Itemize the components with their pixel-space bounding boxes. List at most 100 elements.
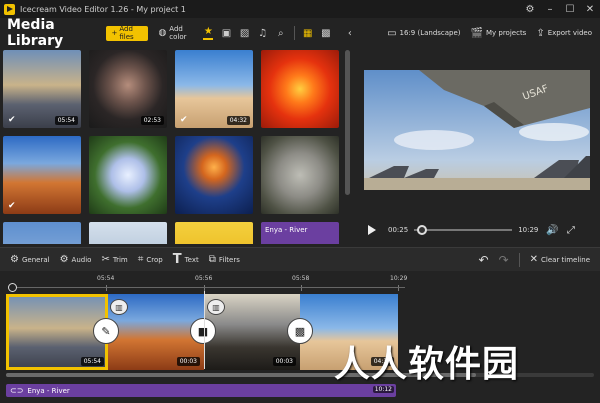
fullscreen-icon[interactable]: ⤢ xyxy=(567,225,575,236)
watermark-text: 人人软件园 xyxy=(334,344,520,385)
media-duration: 04:32 xyxy=(226,116,250,125)
grid-large-view-icon[interactable]: ▦ xyxy=(303,28,313,39)
header-divider xyxy=(293,26,295,40)
media-thumbnail[interactable] xyxy=(261,50,339,128)
playback-slider[interactable] xyxy=(414,225,513,235)
clear-x-icon: ✕ xyxy=(529,254,539,265)
media-thumbnail[interactable] xyxy=(89,136,167,214)
audio-track-duration: 10:12 xyxy=(372,386,394,393)
ruler-tick-mark xyxy=(106,285,107,291)
video-preview[interactable]: USAF xyxy=(364,70,590,190)
clip-duration: 00:03 xyxy=(272,357,296,366)
current-time: 00:25 xyxy=(388,226,409,234)
toolbar-divider xyxy=(518,252,520,267)
my-projects-button[interactable]: 🎬 My projects xyxy=(471,28,527,39)
ruler-tick-label: 05:54 xyxy=(97,275,115,282)
media-thumbnail[interactable]: ✔ 05:54 xyxy=(3,50,81,128)
transition-brush-icon[interactable]: ✎ xyxy=(93,318,119,344)
filters-label: Filters xyxy=(218,255,240,264)
app-logo-icon xyxy=(4,3,15,15)
minimize-button[interactable]: – xyxy=(540,0,560,18)
export-video-label: Export video xyxy=(547,29,592,37)
text-t-icon: T xyxy=(172,252,182,267)
export-icon: ⇪ xyxy=(536,27,545,39)
media-thumbnail[interactable]: ✔ xyxy=(3,136,81,214)
palette-icon: ◍ xyxy=(158,28,167,38)
ruler-tick-label: 05:56 xyxy=(195,275,213,282)
redo-icon[interactable]: ↷ xyxy=(499,253,509,267)
timeline-ruler[interactable]: 05:54 05:56 05:58 10:29 xyxy=(0,271,600,292)
general-label: General xyxy=(21,255,50,264)
audio-tool-button[interactable]: ⚙ Audio xyxy=(60,254,92,265)
filters-icon: ⧉ xyxy=(208,254,216,265)
media-thumbnail[interactable] xyxy=(175,222,253,244)
crop-icon: ⌗ xyxy=(137,254,144,265)
favorites-star-icon[interactable]: ★ xyxy=(203,26,214,40)
media-thumbnail[interactable] xyxy=(3,222,81,244)
add-files-button[interactable]: + Add files xyxy=(106,25,149,41)
clip-duration: 00:03 xyxy=(176,357,200,366)
library-scrollbar[interactable] xyxy=(345,50,350,195)
search-icon[interactable]: ⌕ xyxy=(276,28,286,39)
clear-timeline-button[interactable]: ✕ Clear timeline xyxy=(530,254,590,265)
app-window: Icecream Video Editor 1.26 - My project … xyxy=(0,0,600,403)
check-icon: ✔ xyxy=(180,115,188,125)
media-thumbnail[interactable]: 02:53 xyxy=(89,50,167,128)
scrub-handle[interactable] xyxy=(8,283,17,292)
add-color-label: Add color xyxy=(169,25,187,41)
music-filter-icon[interactable]: ♫ xyxy=(258,28,268,39)
total-time: 10:29 xyxy=(518,226,539,234)
volume-icon[interactable]: 🔊 xyxy=(546,225,558,236)
text-tool-button[interactable]: T Text xyxy=(173,252,199,267)
edit-toolbar: ⚙ General ⚙ Audio ✂ Trim ⌗ Crop T Text ⧉… xyxy=(0,247,600,271)
projects-icon: 🎬 xyxy=(470,27,483,39)
close-button[interactable]: ✕ xyxy=(580,0,600,18)
add-color-button[interactable]: ◍ Add color xyxy=(158,25,195,41)
media-thumbnail[interactable] xyxy=(175,136,253,214)
media-thumbnail[interactable] xyxy=(89,222,167,244)
trim-label: Trim xyxy=(112,255,128,264)
crop-label: Crop xyxy=(146,255,163,264)
filters-tool-button[interactable]: ⧉ Filters xyxy=(209,254,240,265)
playback-controls: 00:25 10:29 🔊 ⤢ xyxy=(364,220,590,240)
image-filter-icon[interactable]: ▨ xyxy=(240,28,250,39)
media-thumbnail[interactable]: ✔ 04:32 xyxy=(175,50,253,128)
grid-small-view-icon[interactable]: ▩ xyxy=(321,28,331,39)
playback-slider-handle[interactable] xyxy=(416,225,427,235)
media-thumbnail[interactable] xyxy=(261,136,339,214)
check-icon: ✔ xyxy=(8,201,16,211)
audio-library-item[interactable]: Enya - River xyxy=(261,222,339,244)
general-tool-button[interactable]: ⚙ General xyxy=(10,254,50,265)
media-duration: 02:53 xyxy=(140,116,164,125)
video-filter-icon[interactable]: ▣ xyxy=(221,28,231,39)
media-duration: 05:54 xyxy=(54,116,78,125)
maximize-button[interactable]: ☐ xyxy=(560,0,580,18)
filmstrip-icon[interactable]: ▥ xyxy=(207,299,225,315)
title-bar: Icecream Video Editor 1.26 - My project … xyxy=(0,0,600,18)
crop-tool-button[interactable]: ⌗ Crop xyxy=(138,254,163,265)
audio-label: Audio xyxy=(71,255,92,264)
scrub-track xyxy=(15,287,405,288)
trim-tool-button[interactable]: ✂ Trim xyxy=(101,254,127,265)
history-controls: ↶ ↷ ✕ Clear timeline xyxy=(479,252,590,267)
play-icon[interactable] xyxy=(368,225,376,235)
transition-stop-icon[interactable]: ■ xyxy=(190,318,216,344)
transition-checker-icon[interactable]: ▩ xyxy=(287,318,313,344)
ruler-tick-label: 05:58 xyxy=(292,275,310,282)
text-label: Text xyxy=(184,255,199,264)
library-title: Media Library xyxy=(7,17,64,49)
audio-link-icon: ⊂⊃ xyxy=(10,386,24,395)
aspect-ratio-label: 16:9 (Landscape) xyxy=(399,29,461,37)
aspect-ratio-button[interactable]: ▭ 16:9 (Landscape) xyxy=(387,28,460,39)
filmstrip-icon[interactable]: ▥ xyxy=(110,299,128,315)
add-files-label: Add files xyxy=(119,25,134,41)
collapse-chevron-left-icon[interactable]: ‹ xyxy=(345,28,355,39)
undo-icon[interactable]: ↶ xyxy=(479,253,489,267)
timeline-playhead[interactable] xyxy=(204,291,205,369)
ruler-tick-label: 10:29 xyxy=(390,275,408,282)
window-title: Icecream Video Editor 1.26 - My project … xyxy=(20,4,186,14)
clip-duration: 05:54 xyxy=(80,357,104,366)
my-projects-label: My projects xyxy=(485,29,527,37)
settings-gear-icon[interactable]: ⚙ xyxy=(520,0,540,18)
export-video-button[interactable]: ⇪ Export video xyxy=(536,28,592,39)
